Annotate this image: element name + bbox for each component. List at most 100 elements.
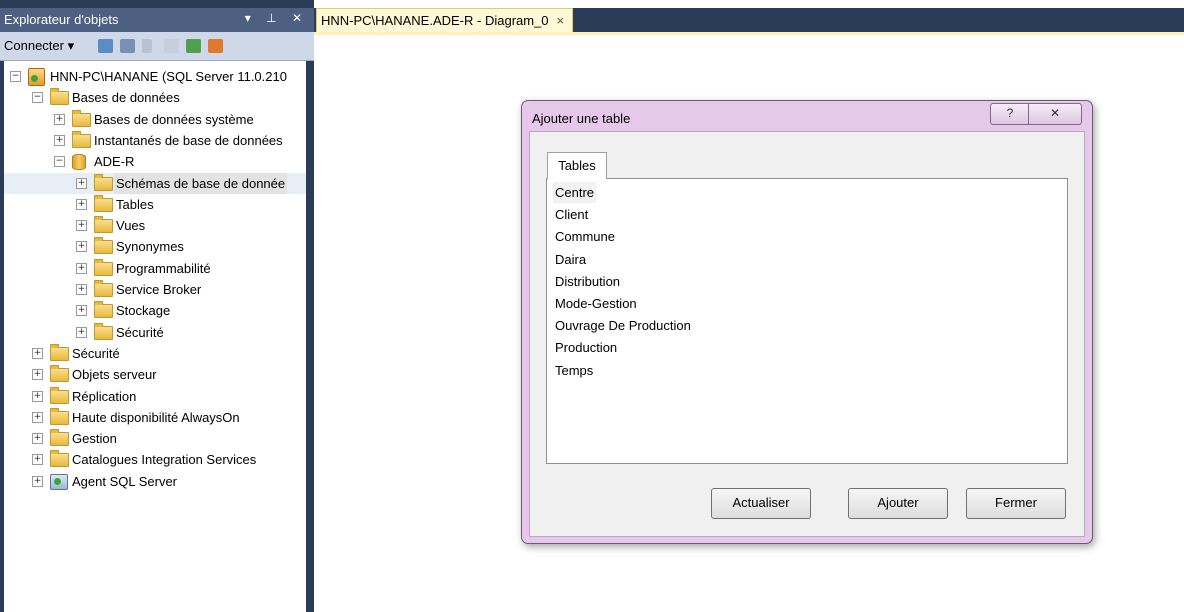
object-explorer-toolbar: Connecter ▾ — [0, 32, 314, 61]
folder-icon — [94, 280, 113, 297]
folder-icon — [94, 301, 113, 319]
expand-icon[interactable]: + — [32, 433, 43, 445]
tree-node-db-child[interactable]: + Sécurité — [4, 322, 306, 343]
activity-monitor-icon[interactable] — [208, 39, 223, 53]
tree-node-label: Tables — [116, 196, 154, 212]
expand-icon[interactable]: + — [76, 284, 87, 295]
add-button[interactable]: Ajouter — [848, 488, 948, 519]
expand-icon[interactable]: + — [32, 369, 43, 381]
tree-node-db-child[interactable]: + Tables — [4, 194, 306, 215]
object-explorer-panel: Explorateur d'objets ▾ ⊥ ✕ Connecter ▾ −… — [0, 0, 314, 612]
tables-list[interactable]: Centre Client Commune Daira Distribution Mode… — [546, 178, 1068, 464]
collapse-icon[interactable]: − — [10, 71, 21, 82]
tree-node-label: Gestion — [72, 431, 117, 447]
panel-controls[interactable]: ▾ ⊥ ✕ — [245, 11, 308, 25]
tree-node-server-child[interactable]: + Gestion — [4, 428, 306, 449]
tree-node-label: Bases de données système — [94, 111, 254, 127]
tab-tables[interactable]: Tables — [547, 152, 607, 179]
tree-node-label: Schémas de base de donnée — [114, 172, 288, 194]
expand-icon[interactable]: + — [32, 390, 43, 402]
add-table-dialog: Ajouter une table ? ✕ Tables Centre Clien… — [521, 100, 1093, 544]
folder-icon — [50, 386, 69, 404]
object-explorer-title: Explorateur d'objets — [4, 12, 119, 27]
tree-node-db-child[interactable]: + Synonymes — [4, 236, 306, 257]
expand-icon[interactable]: + — [76, 305, 87, 317]
tree-node-server-child[interactable]: + Sécurité — [4, 343, 306, 364]
expand-icon[interactable]: + — [32, 475, 43, 487]
collapse-icon[interactable]: − — [32, 92, 43, 104]
table-list-item[interactable]: Mode-Gestion — [555, 293, 637, 314]
tree-node-label: Programmabilité — [116, 260, 211, 276]
stop-icon[interactable] — [142, 39, 152, 53]
table-list-item[interactable]: Production — [555, 337, 617, 358]
tree-node-db-child[interactable]: + Stockage — [4, 300, 306, 321]
table-list-item[interactable]: Commune — [555, 226, 615, 247]
tree-node-label: Instantanés de base de données — [94, 132, 283, 148]
folder-icon — [50, 343, 69, 361]
close-dialog-button[interactable]: ✕ — [1028, 103, 1082, 125]
collapse-icon[interactable]: − — [54, 156, 65, 168]
table-list-item[interactable]: Ouvrage De Production — [555, 315, 691, 336]
tree-node-label: ADE-R — [94, 154, 135, 170]
tree-node-label: Service Broker — [116, 282, 202, 297]
folder-icon — [94, 258, 113, 276]
expand-icon[interactable]: + — [76, 326, 87, 338]
tab-diagram[interactable]: HNN-PC\HANANE.ADE-R - Diagram_0 × — [316, 8, 574, 33]
table-list-item[interactable]: Centre — [553, 182, 597, 203]
tree-node-snapshots[interactable]: + Instantanés de base de données — [4, 130, 306, 151]
tree-node-server-child[interactable]: + Haute disponibilité AlwaysOn — [4, 407, 306, 428]
refresh-icon[interactable] — [186, 39, 201, 53]
table-list-item[interactable]: Client — [555, 204, 588, 225]
database-icon — [72, 154, 86, 171]
expand-icon[interactable]: + — [32, 347, 43, 359]
close-tab-icon[interactable]: × — [557, 13, 565, 28]
tree-node-ade-r[interactable]: − ADE-R — [4, 151, 306, 172]
folder-icon — [50, 88, 69, 106]
server-icon — [28, 68, 45, 86]
tree-node-server[interactable]: − HNN-PC\HANANE (SQL Server 11.0.210 — [4, 66, 306, 87]
connect-dropdown[interactable]: Connecter ▾ — [4, 38, 74, 54]
tree-node-db-child[interactable]: + Schémas de base de donnée — [4, 172, 306, 194]
folder-icon — [50, 365, 69, 383]
folder-icon — [94, 194, 113, 212]
expand-icon[interactable]: + — [76, 220, 87, 232]
tree-node-sql-agent[interactable]: + Agent SQL Server — [4, 471, 306, 492]
tab-underline — [314, 32, 1184, 35]
tree-node-system-databases[interactable]: + Bases de données système — [4, 109, 306, 130]
folder-icon — [72, 130, 91, 148]
close-button[interactable]: Fermer — [966, 488, 1066, 519]
expand-icon[interactable]: + — [76, 241, 87, 253]
expand-icon[interactable]: + — [76, 198, 87, 210]
filter-icon[interactable] — [164, 39, 179, 53]
expand-icon[interactable]: + — [32, 454, 43, 466]
table-list-item[interactable]: Daira — [555, 249, 586, 270]
folder-icon — [50, 429, 69, 447]
tree-node-server-child[interactable]: + Objets serveur — [4, 364, 306, 385]
expand-icon[interactable]: + — [54, 134, 65, 146]
expand-icon[interactable]: + — [54, 113, 65, 125]
expand-icon[interactable]: + — [32, 411, 43, 423]
folder-icon — [94, 237, 113, 255]
refresh-button[interactable]: Actualiser — [711, 488, 811, 519]
table-list-item[interactable]: Temps — [555, 360, 593, 381]
disconnect-icon[interactable] — [120, 39, 135, 53]
sql-agent-icon — [50, 473, 68, 490]
tree-node-server-child[interactable]: + Réplication — [4, 386, 306, 407]
dialog-content: Tables Centre Client Commune Daira Distribut… — [529, 131, 1085, 537]
dialog-title: Ajouter une table — [532, 111, 631, 126]
tree-node-label: Synonymes — [116, 239, 184, 255]
tree-node-server-child[interactable]: + Catalogues Integration Services — [4, 449, 306, 470]
tree-node-label: Sécurité — [116, 324, 164, 340]
expand-icon[interactable]: + — [76, 177, 87, 189]
object-explorer-title-bar: Explorateur d'objets ▾ ⊥ ✕ — [0, 8, 314, 32]
help-button[interactable]: ? — [990, 103, 1030, 125]
tree-node-db-child[interactable]: + Vues — [4, 215, 306, 236]
document-tab-strip: HNN-PC\HANANE.ADE-R - Diagram_0 × — [314, 8, 1184, 33]
tree-node-label: Catalogues Integration Services — [72, 452, 257, 468]
expand-icon[interactable]: + — [76, 262, 87, 274]
tree-node-databases[interactable]: − Bases de données — [4, 87, 306, 108]
connect-object-explorer-icon[interactable] — [98, 39, 113, 53]
table-list-item[interactable]: Distribution — [555, 271, 620, 292]
tree-node-db-child[interactable]: + Programmabilité — [4, 258, 306, 279]
tree-node-db-child[interactable]: + Service Broker — [4, 279, 306, 300]
